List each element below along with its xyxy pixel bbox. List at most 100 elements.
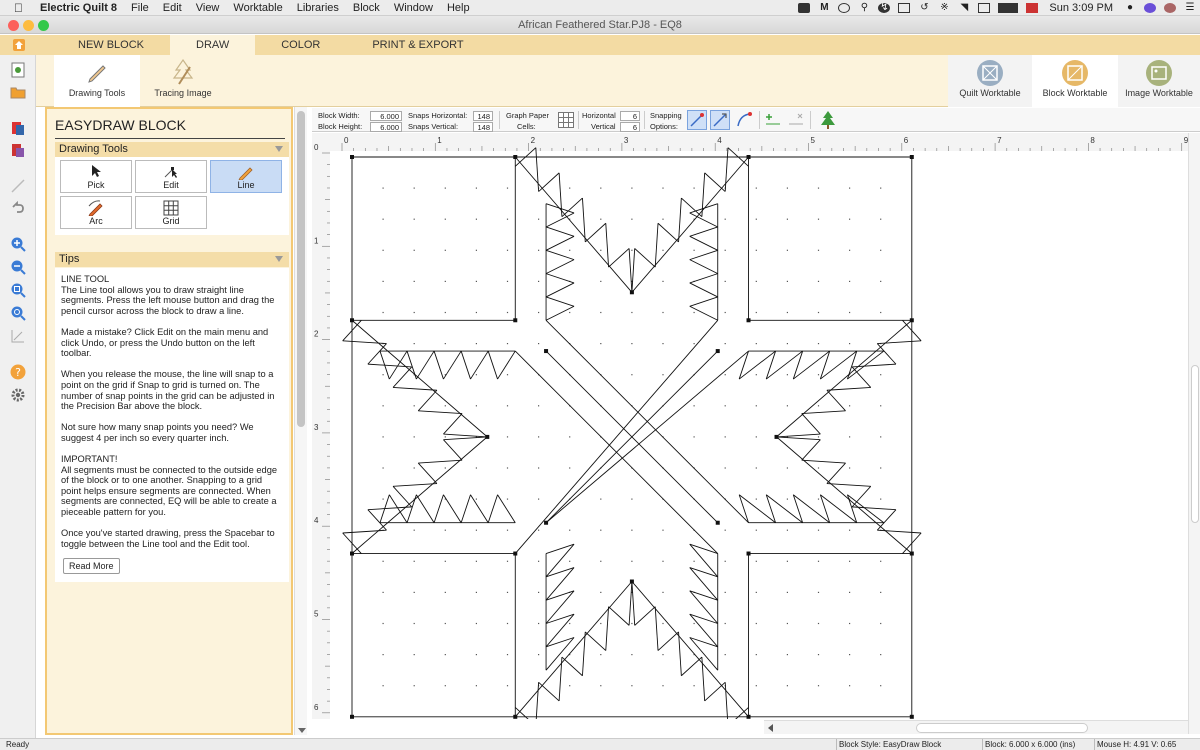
- block-segment[interactable]: [605, 223, 610, 268]
- app-menu[interactable]: Electric Quilt 8: [33, 2, 124, 14]
- rulers-button[interactable]: [9, 327, 27, 345]
- circle-icon[interactable]: [838, 2, 851, 13]
- block-segment[interactable]: [654, 606, 659, 651]
- panel-scroll-thumb[interactable]: [297, 111, 305, 427]
- block-segment[interactable]: [776, 433, 821, 438]
- block-segment[interactable]: [545, 296, 575, 307]
- battery-icon[interactable]: [998, 2, 1019, 13]
- block-segment[interactable]: [443, 494, 462, 523]
- horizontal-cells-field[interactable]: 6: [620, 111, 640, 121]
- block-segment[interactable]: [392, 486, 413, 508]
- block-segment[interactable]: [801, 459, 846, 464]
- block-segment[interactable]: [689, 305, 718, 321]
- user-icon[interactable]: ●: [1124, 2, 1136, 13]
- snaps-horizontal-field[interactable]: 148: [473, 111, 493, 121]
- edit-tool[interactable]: Edit: [135, 160, 207, 193]
- fit-to-window-button[interactable]: [9, 281, 27, 299]
- notification-center-icon[interactable]: ☰: [1184, 2, 1196, 13]
- panel-scrollbar[interactable]: [294, 107, 307, 735]
- block-segment[interactable]: [584, 222, 607, 243]
- block-segment[interactable]: [793, 494, 830, 524]
- block-segment[interactable]: [342, 340, 387, 345]
- menu-libraries[interactable]: Libraries: [290, 2, 346, 14]
- block-segment[interactable]: [819, 350, 831, 380]
- block-segment[interactable]: [689, 235, 718, 251]
- block-segment[interactable]: [443, 436, 488, 441]
- block-segment[interactable]: [561, 656, 583, 677]
- block-segment[interactable]: [470, 350, 489, 380]
- block-segment[interactable]: [631, 581, 636, 626]
- grid-tool[interactable]: Grid: [135, 196, 207, 229]
- block-segment[interactable]: [851, 486, 872, 508]
- search-icon[interactable]: ⚲: [858, 2, 870, 13]
- menu-view[interactable]: View: [189, 2, 227, 14]
- block-segment[interactable]: [631, 248, 636, 293]
- block-segment[interactable]: [417, 462, 438, 484]
- image-worktable-button[interactable]: Image Worktable: [1118, 55, 1200, 107]
- drawing-canvas[interactable]: 01234567890123456: [312, 133, 1189, 727]
- block-segment[interactable]: [704, 681, 726, 702]
- flag-icon[interactable]: [1026, 2, 1039, 13]
- block-segment[interactable]: [460, 494, 471, 523]
- block-segment[interactable]: [681, 656, 703, 677]
- quilt-worktable-button[interactable]: Quilt Worktable: [948, 55, 1032, 107]
- bolt-icon[interactable]: ↯: [878, 2, 891, 13]
- block-segment[interactable]: [470, 494, 489, 523]
- tab-color[interactable]: COLOR: [255, 35, 346, 55]
- block-segment[interactable]: [689, 259, 718, 275]
- block-segment[interactable]: [826, 462, 846, 484]
- block-segment[interactable]: [689, 226, 718, 237]
- block-segment[interactable]: [417, 389, 438, 412]
- block-segment[interactable]: [487, 494, 498, 523]
- block-segment[interactable]: [801, 439, 821, 461]
- horizontal-scrollbar[interactable]: [764, 720, 1188, 734]
- drawing-tools-button[interactable]: Drawing Tools: [54, 55, 140, 107]
- block-segment[interactable]: [545, 350, 749, 524]
- block-segment[interactable]: [634, 248, 656, 268]
- snap-to-node-icon[interactable]: [710, 110, 730, 130]
- block-segment[interactable]: [545, 226, 575, 237]
- block-segment[interactable]: [631, 581, 749, 718]
- block-segment[interactable]: [846, 494, 858, 523]
- block-segment[interactable]: [776, 319, 913, 438]
- vertical-scrollbar[interactable]: [1188, 133, 1200, 734]
- block-width-field[interactable]: 6.000: [370, 111, 402, 121]
- block-segment[interactable]: [545, 259, 575, 275]
- block-segment[interactable]: [605, 606, 610, 651]
- block-segment[interactable]: [820, 350, 858, 380]
- block-segment[interactable]: [443, 413, 463, 435]
- block-segment[interactable]: [851, 366, 872, 388]
- add-node-icon[interactable]: [764, 111, 782, 129]
- block-segment[interactable]: [443, 439, 463, 461]
- block-segment[interactable]: [392, 366, 413, 388]
- zoom-out-button[interactable]: [9, 258, 27, 276]
- line-tool[interactable]: Line: [210, 160, 282, 193]
- block-segment[interactable]: [657, 631, 679, 651]
- block-segment[interactable]: [628, 248, 633, 293]
- h-scroll-thumb[interactable]: [916, 723, 1088, 733]
- snaps-vertical-field[interactable]: 148: [473, 122, 493, 132]
- block-segment[interactable]: [846, 350, 858, 380]
- arc-tool[interactable]: Arc: [60, 196, 132, 229]
- menu-worktable[interactable]: Worktable: [226, 2, 289, 14]
- collapse-icon[interactable]: [275, 146, 283, 152]
- block-segment[interactable]: [545, 305, 575, 321]
- block-segment[interactable]: [418, 410, 463, 415]
- block-segment[interactable]: [793, 350, 830, 380]
- menu-block[interactable]: Block: [346, 2, 387, 14]
- block-height-field[interactable]: 6.000: [370, 122, 402, 132]
- block-segment[interactable]: [792, 350, 804, 380]
- block-segment[interactable]: [342, 529, 387, 534]
- block-segment[interactable]: [776, 436, 913, 554]
- block-segment[interactable]: [460, 350, 471, 380]
- collapse-icon[interactable]: [275, 256, 283, 262]
- block-segment[interactable]: [765, 350, 777, 380]
- block-segment[interactable]: [877, 340, 922, 345]
- siri-icon[interactable]: [1144, 2, 1156, 13]
- block-segment[interactable]: [689, 282, 718, 298]
- graph-paper-icon[interactable]: [558, 112, 574, 128]
- menu-help[interactable]: Help: [440, 2, 477, 14]
- block-segment[interactable]: [487, 350, 498, 380]
- block-segment[interactable]: [584, 631, 607, 651]
- block-segment[interactable]: [631, 156, 749, 293]
